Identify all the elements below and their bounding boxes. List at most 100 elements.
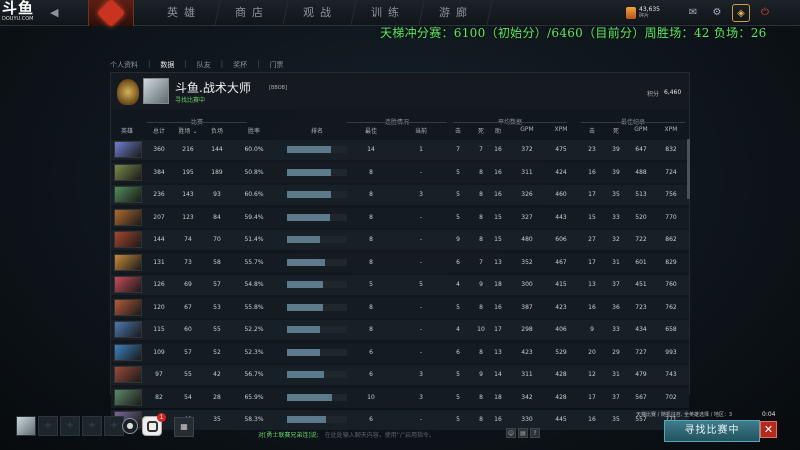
table-row[interactable]: 207 123 84 59.4% 8 - 5 8 15 327 443 15 33 520 770 — [111, 207, 689, 230]
back-arrow-icon[interactable]: ◀ — [50, 6, 64, 20]
hero-portrait[interactable] — [114, 321, 142, 338]
cell-d: 8 — [479, 191, 483, 198]
chat-input[interactable]: 对[勇士联赛兄弟连]说: 在此处输入聊天内容，使用“/”启用指令。 — [258, 430, 435, 439]
cell-bd: 39 — [612, 146, 620, 153]
cell-losses: 189 — [211, 168, 223, 176]
cell-losses: 70 — [213, 236, 221, 243]
table-row[interactable]: 97 55 42 56.7% 6 3 5 9 14 311 428 12 31 479 743 — [111, 364, 689, 387]
col-xpm[interactable]: XPM — [549, 126, 573, 133]
nav-heroes[interactable]: 英雄 — [147, 0, 221, 26]
cell-a: 14 — [494, 371, 502, 378]
cell-bk: 9 — [590, 326, 594, 333]
mail-icon[interactable]: ✉ — [684, 4, 702, 22]
hero-portrait[interactable] — [114, 208, 142, 226]
table-row[interactable]: 109 57 52 52.3% 6 - 6 8 13 423 529 20 29 727 993 — [111, 342, 689, 365]
settings-icon[interactable]: ⚙ — [708, 4, 726, 22]
col-rank[interactable]: 排名 — [299, 126, 335, 135]
col-best-kills[interactable]: 击 — [585, 126, 599, 135]
rank-bar — [287, 146, 347, 153]
dota-home-button[interactable] — [88, 0, 134, 28]
subnav-tickets[interactable]: 门票 — [269, 60, 293, 70]
cell-bd: 31 — [612, 258, 620, 266]
cell-k: 5 — [456, 303, 460, 311]
party-slot-empty[interactable]: + — [60, 416, 80, 436]
nav-store[interactable]: 商店 — [215, 0, 289, 26]
col-hero[interactable]: 英雄 — [115, 126, 139, 135]
cell-bk: 12 — [588, 371, 596, 378]
col-best-deaths[interactable]: 死 — [609, 126, 623, 135]
cell-bd: 39 — [612, 168, 620, 176]
hero-portrait[interactable] — [114, 298, 142, 316]
col-current-streak[interactable]: 当前 — [409, 126, 433, 135]
player-status: 寻找比赛中 — [175, 97, 206, 104]
hero-portrait[interactable] — [114, 343, 142, 361]
table-row[interactable]: 360 216 144 60.0% 14 1 7 7 16 372 475 23 39 647 832 — [111, 139, 689, 162]
cell-bxpm: 724 — [665, 168, 677, 176]
hero-portrait[interactable] — [114, 186, 142, 203]
cancel-search-button[interactable]: ✕ — [760, 421, 777, 438]
col-losses[interactable]: 负场 — [205, 126, 229, 135]
help-icon[interactable]: ? — [530, 428, 540, 438]
table-scrollbar[interactable] — [687, 139, 690, 199]
cell-winrate: 65.9% — [244, 393, 264, 401]
hero-portrait[interactable] — [114, 253, 142, 271]
party-slot-self[interactable] — [16, 416, 36, 436]
rank-bar — [287, 258, 347, 266]
col-deaths[interactable]: 死 — [474, 126, 488, 135]
chat-channels-icon[interactable]: ▦ — [174, 417, 194, 437]
table-row[interactable]: 236 143 93 60.6% 8 3 5 8 16 326 460 17 35 513 756 — [111, 184, 689, 207]
col-best-streak[interactable]: 最佳 — [359, 126, 383, 135]
hero-portrait[interactable] — [114, 276, 142, 293]
emoji-icon[interactable]: ☺ — [506, 428, 516, 438]
table-row[interactable]: 120 67 53 55.8% 8 - 5 8 16 387 423 16 36 723 762 — [111, 297, 689, 320]
col-wins[interactable]: 胜场 ⌄ — [173, 126, 203, 135]
cell-best: 6 — [369, 416, 373, 423]
hero-portrait[interactable] — [114, 388, 142, 406]
col-best-xpm[interactable]: XPM — [659, 126, 683, 133]
cell-bxpm: 770 — [665, 213, 677, 221]
subnav-profile[interactable]: 个人资料 — [110, 60, 148, 70]
party-slot-empty[interactable]: + — [38, 416, 58, 436]
subnav-trophies[interactable]: 奖杯 — [233, 60, 257, 70]
cell-xpm: 606 — [555, 236, 567, 243]
table-row[interactable]: 82 54 28 65.9% 10 3 5 8 18 342 428 17 37 567 702 — [111, 387, 689, 410]
finding-match-button[interactable]: 寻找比赛中 — [664, 420, 760, 442]
shards-balance[interactable]: 43,635 碎片 — [626, 4, 660, 22]
nav-watch[interactable]: 观战 — [283, 0, 357, 26]
table-row[interactable]: 115 60 55 52.2% 8 - 4 10 17 298 406 9 33 434 658 — [111, 319, 689, 342]
hero-portrait[interactable] — [114, 163, 142, 181]
subnav-teammates[interactable]: 队友 — [197, 60, 221, 70]
party-slot-empty[interactable]: + — [104, 416, 124, 436]
cell-best: 14 — [367, 146, 375, 153]
chat-grid-icon[interactable]: ▤ — [518, 428, 528, 438]
hero-portrait[interactable] — [114, 141, 142, 158]
subnav-stats[interactable]: 数据 — [160, 60, 184, 70]
table-row[interactable]: 131 73 58 55.7% 8 - 6 7 13 352 467 17 31 601 829 — [111, 252, 689, 275]
party-settings-icon[interactable]: ● — [122, 418, 138, 434]
nav-learn[interactable]: 训练 — [351, 0, 425, 26]
table-row[interactable]: 384 195 189 50.8% 8 - 5 8 16 311 424 16 39 488 724 — [111, 162, 689, 185]
col-winrate[interactable]: 胜率 — [241, 126, 267, 135]
avatar[interactable] — [143, 78, 169, 104]
col-best-gpm[interactable]: GPM — [629, 126, 653, 133]
player-tag: [BBOB] — [269, 85, 288, 91]
level-badge-icon[interactable]: ◈ — [732, 4, 750, 22]
col-assists[interactable]: 助 — [491, 126, 505, 135]
party-slot-empty[interactable]: + — [82, 416, 102, 436]
cell-gpm: 330 — [521, 416, 533, 423]
rank-bar — [287, 348, 347, 356]
table-row[interactable]: 144 74 70 51.4% 8 - 9 8 15 480 606 27 32 722 862 — [111, 229, 689, 252]
cell-xpm: 467 — [555, 258, 567, 266]
hero-portrait[interactable] — [114, 366, 142, 383]
hero-portrait[interactable] — [114, 231, 142, 248]
col-gpm[interactable]: GPM — [515, 126, 539, 133]
col-kills[interactable]: 击 — [451, 126, 465, 135]
col-total[interactable]: 总计 — [147, 126, 171, 135]
table-row[interactable]: 126 69 57 54.8% 5 5 4 9 18 300 415 13 37 451 760 — [111, 274, 689, 297]
rank-bar-fill — [287, 168, 331, 176]
nav-arcade[interactable]: 游廊 — [419, 0, 493, 26]
rank-bar — [287, 371, 347, 378]
power-icon[interactable]: ⏻ — [756, 4, 774, 22]
table-row[interactable]: 84493558.3%6-58163304451635557771 — [111, 409, 689, 432]
rank-bar-fill — [287, 326, 320, 333]
